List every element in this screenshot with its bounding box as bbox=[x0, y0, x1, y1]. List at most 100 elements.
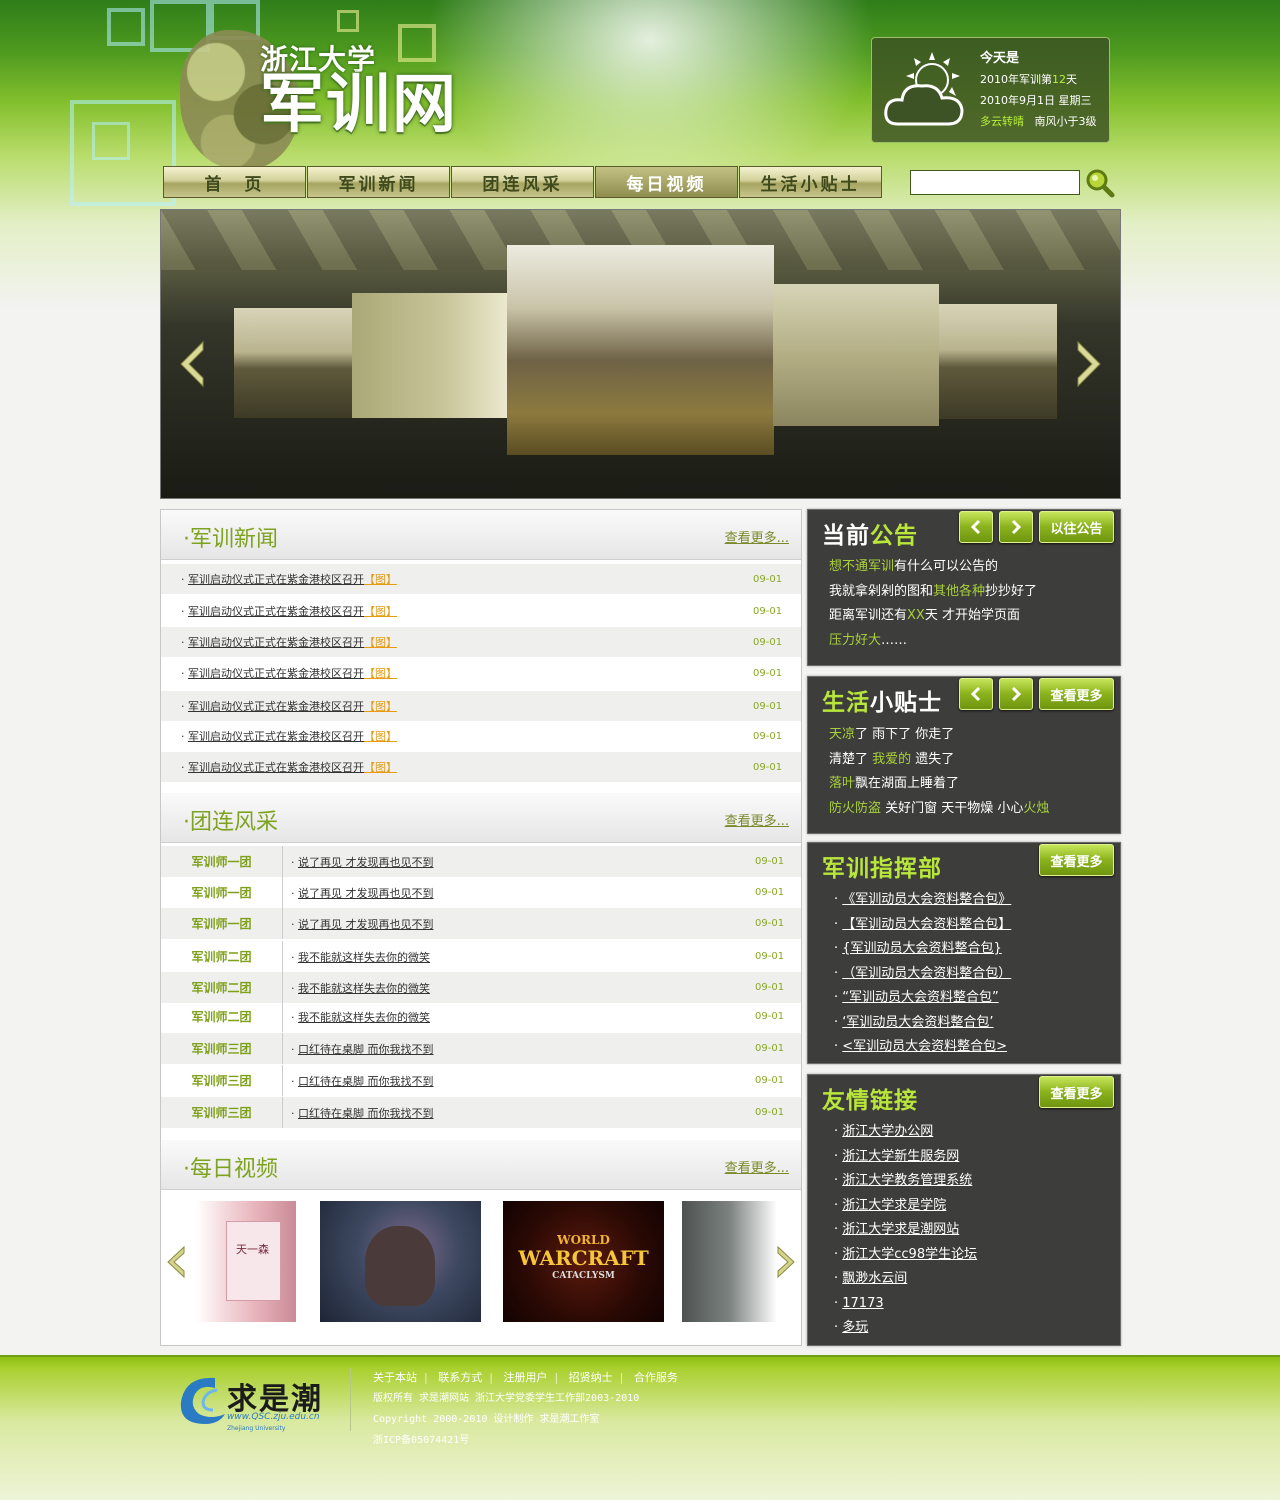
footer-link-recruit[interactable]: 招贤纳士 bbox=[569, 1371, 613, 1384]
nav-daily-video[interactable]: 每日视频 bbox=[595, 166, 738, 198]
video-prev-arrow-icon[interactable] bbox=[164, 1245, 188, 1279]
search-input[interactable] bbox=[910, 170, 1080, 195]
regiment-item-link[interactable]: 我不能就这样失去你的微笑 bbox=[298, 951, 430, 964]
carousel-photo-soccer-main[interactable] bbox=[507, 245, 774, 455]
carousel-photo-hurdles[interactable] bbox=[773, 284, 939, 426]
nav-life-tips[interactable]: 生活小贴士 bbox=[739, 166, 882, 198]
news-image-tag[interactable]: 【图】 bbox=[364, 573, 397, 586]
news-list-item[interactable]: · 军训启动仪式正式在紫金港校区召开【图】 09-01 bbox=[161, 691, 801, 721]
site-logo[interactable]: 浙江大学 军训网 bbox=[260, 38, 458, 137]
friend-link[interactable]: 浙江大学求是潮网站 bbox=[842, 1222, 959, 1237]
news-item-link[interactable]: 军训启动仪式正式在紫金港校区召开 bbox=[188, 573, 364, 586]
regiment-item-link[interactable]: 说了再见 才发现再也见不到 bbox=[298, 918, 434, 931]
nav-regiment-style[interactable]: 团连风采 bbox=[451, 166, 594, 198]
news-item-link[interactable]: 军训启动仪式正式在紫金港校区召开 bbox=[188, 605, 364, 618]
notice-next-button[interactable] bbox=[999, 511, 1033, 543]
qsc-logo[interactable]: 求是潮 www.QSC.zju.edu.cn Zhejiang Universi… bbox=[175, 1370, 345, 1440]
command-item-link[interactable]: ‘军训动员大会资料整合包’ bbox=[842, 1015, 993, 1030]
news-image-tag[interactable]: 【图】 bbox=[364, 730, 397, 743]
regiment-item-link[interactable]: 说了再见 才发现再也见不到 bbox=[298, 887, 434, 900]
regiment-item-link[interactable]: 口红待在桌脚 而你我找不到 bbox=[298, 1075, 434, 1088]
news-list-item[interactable]: · 军训启动仪式正式在紫金港校区召开【图】 09-01 bbox=[161, 721, 801, 751]
carousel-photo-soccer-left[interactable] bbox=[234, 308, 352, 418]
friend-link[interactable]: 浙江大学新生服务网 bbox=[842, 1149, 959, 1164]
command-item-link[interactable]: 【军训动员大会资料整合包】 bbox=[842, 917, 1011, 932]
friend-link[interactable]: 17173 bbox=[842, 1296, 883, 1311]
video-thumb-4[interactable] bbox=[682, 1201, 777, 1322]
news-image-tag[interactable]: 【图】 bbox=[364, 605, 397, 618]
command-item-link[interactable]: 《军训动员大会资料整合包》 bbox=[842, 892, 1011, 907]
command-more-button[interactable]: 查看更多 bbox=[1039, 844, 1114, 876]
command-list-item: · <军训动员大会资料整合包> bbox=[834, 1039, 1008, 1054]
friend-link[interactable]: 浙江大学求是学院 bbox=[842, 1198, 946, 1213]
news-image-tag[interactable]: 【图】 bbox=[364, 761, 397, 774]
carousel-prev-arrow-icon[interactable] bbox=[175, 340, 207, 388]
news-item-link[interactable]: 军训启动仪式正式在紫金港校区召开 bbox=[188, 761, 364, 774]
command-item-link[interactable]: （军训动员大会资料整合包） bbox=[842, 966, 1011, 981]
regiment-item-link[interactable]: 我不能就这样失去你的微笑 bbox=[298, 982, 430, 995]
regiment-item-date: 09-01 bbox=[755, 1107, 785, 1118]
tips-more-button[interactable]: 查看更多 bbox=[1039, 678, 1114, 710]
news-item-link[interactable]: 军训启动仪式正式在紫金港校区召开 bbox=[188, 700, 364, 713]
carousel-photo-tennis[interactable] bbox=[352, 293, 508, 418]
carousel-next-arrow-icon[interactable] bbox=[1074, 340, 1106, 388]
tips-next-button[interactable] bbox=[999, 678, 1033, 710]
news-list-item[interactable]: · 军训启动仪式正式在紫金港校区召开【图】 09-01 bbox=[161, 752, 801, 782]
video-thumb-3[interactable]: WORLD WARCRAFT CATACLYSM bbox=[503, 1201, 664, 1322]
carousel-photo-soccer-right[interactable] bbox=[939, 304, 1057, 419]
footer-link-register[interactable]: 注册用户 bbox=[503, 1371, 547, 1384]
past-notices-button[interactable]: 以往公告 bbox=[1039, 511, 1114, 543]
friend-link[interactable]: 浙江大学教务管理系统 bbox=[842, 1173, 972, 1188]
friend-link[interactable]: 浙江大学办公网 bbox=[842, 1124, 933, 1139]
regiment-item-link[interactable]: 说了再见 才发现再也见不到 bbox=[298, 856, 434, 869]
news-item-link[interactable]: 军训启动仪式正式在紫金港校区召开 bbox=[188, 667, 364, 680]
regiment-list-item[interactable]: 军训师三团 · 口红待在桌脚 而你我找不到 09-01 bbox=[161, 1065, 801, 1096]
news-image-tag[interactable]: 【图】 bbox=[364, 636, 397, 649]
search-icon[interactable] bbox=[1085, 168, 1115, 198]
notice-prev-button[interactable] bbox=[959, 511, 993, 543]
video-section-title: ·每日视频 bbox=[183, 1157, 278, 1182]
video-thumb-2[interactable] bbox=[320, 1201, 481, 1322]
nav-military-news[interactable]: 军训新闻 bbox=[307, 166, 450, 198]
regiment-item-title: · 口红待在桌脚 而你我找不到 bbox=[291, 1106, 434, 1120]
command-item-link[interactable]: <军训动员大会资料整合包> bbox=[842, 1039, 1007, 1054]
footer-link-cooperate[interactable]: 合作服务 bbox=[634, 1371, 678, 1384]
footer-link-contact[interactable]: 联系方式 bbox=[438, 1371, 482, 1384]
regiment-list-item[interactable]: 军训师三团 · 口红待在桌脚 而你我找不到 09-01 bbox=[161, 1097, 801, 1128]
regiment-item-link[interactable]: 我不能就这样失去你的微笑 bbox=[298, 1011, 430, 1024]
regiment-list-item[interactable]: 军训师一团 · 说了再见 才发现再也见不到 09-01 bbox=[161, 908, 801, 939]
regiment-item-link[interactable]: 口红待在桌脚 而你我找不到 bbox=[298, 1043, 434, 1056]
friend-link[interactable]: 飘渺水云间 bbox=[842, 1271, 907, 1286]
news-image-tag[interactable]: 【图】 bbox=[364, 667, 397, 680]
video-next-arrow-icon[interactable] bbox=[774, 1245, 798, 1279]
nav-home[interactable]: 首 页 bbox=[163, 166, 306, 198]
regiment-list-item[interactable]: 军训师一团 · 说了再见 才发现再也见不到 09-01 bbox=[161, 877, 801, 908]
tips-prev-button[interactable] bbox=[959, 678, 993, 710]
news-list-item[interactable]: · 军训启动仪式正式在紫金港校区召开【图】 09-01 bbox=[161, 658, 801, 688]
command-panel: 军训指挥部 查看更多 · 《军训动员大会资料整合包》 · 【军训动员大会资料整合包… bbox=[807, 842, 1121, 1064]
news-more-link[interactable]: 查看更多... bbox=[725, 527, 789, 546]
regiment-list-item[interactable]: 军训师二团 · 我不能就这样失去你的微笑 09-01 bbox=[161, 1001, 801, 1032]
news-image-tag[interactable]: 【图】 bbox=[364, 700, 397, 713]
regiment-list-item[interactable]: 军训师二团 · 我不能就这样失去你的微笑 09-01 bbox=[161, 941, 801, 972]
regiment-item-link[interactable]: 口红待在桌脚 而你我找不到 bbox=[298, 1107, 434, 1120]
regiment-list-item[interactable]: 军训师一团 · 说了再见 才发现再也见不到 09-01 bbox=[161, 846, 801, 877]
news-list-item[interactable]: · 军训启动仪式正式在紫金港校区召开【图】 09-01 bbox=[161, 596, 801, 626]
news-list-item[interactable]: · 军训启动仪式正式在紫金港校区召开【图】 09-01 bbox=[161, 564, 801, 594]
command-item-link[interactable]: {军训动员大会资料整合包} bbox=[842, 941, 1002, 956]
news-item-link[interactable]: 军训启动仪式正式在紫金港校区召开 bbox=[188, 730, 364, 743]
news-list-item[interactable]: · 军训启动仪式正式在紫金港校区召开【图】 09-01 bbox=[161, 627, 801, 657]
friend-link[interactable]: 多玩 bbox=[842, 1320, 868, 1335]
footer-link-about[interactable]: 关于本站 bbox=[373, 1371, 417, 1384]
regiment-list-item[interactable]: 军训师二团 · 我不能就这样失去你的微笑 09-01 bbox=[161, 972, 801, 1003]
video-thumb-1[interactable]: 天一森 bbox=[196, 1201, 296, 1322]
regiment-list-item[interactable]: 军训师三团 · 口红待在桌脚 而你我找不到 09-01 bbox=[161, 1033, 801, 1064]
command-item-link[interactable]: “军训动员大会资料整合包” bbox=[842, 990, 998, 1005]
news-item-title: · 军训启动仪式正式在紫金港校区召开【图】 bbox=[181, 667, 397, 680]
regiment-unit: 军训师三团 bbox=[161, 1097, 283, 1128]
regiment-more-link[interactable]: 查看更多... bbox=[725, 810, 789, 829]
video-more-link[interactable]: 查看更多... bbox=[725, 1157, 789, 1176]
links-more-button[interactable]: 查看更多 bbox=[1039, 1076, 1114, 1108]
news-item-link[interactable]: 军训启动仪式正式在紫金港校区召开 bbox=[188, 636, 364, 649]
friend-link[interactable]: 浙江大学cc98学生论坛 bbox=[842, 1247, 977, 1262]
